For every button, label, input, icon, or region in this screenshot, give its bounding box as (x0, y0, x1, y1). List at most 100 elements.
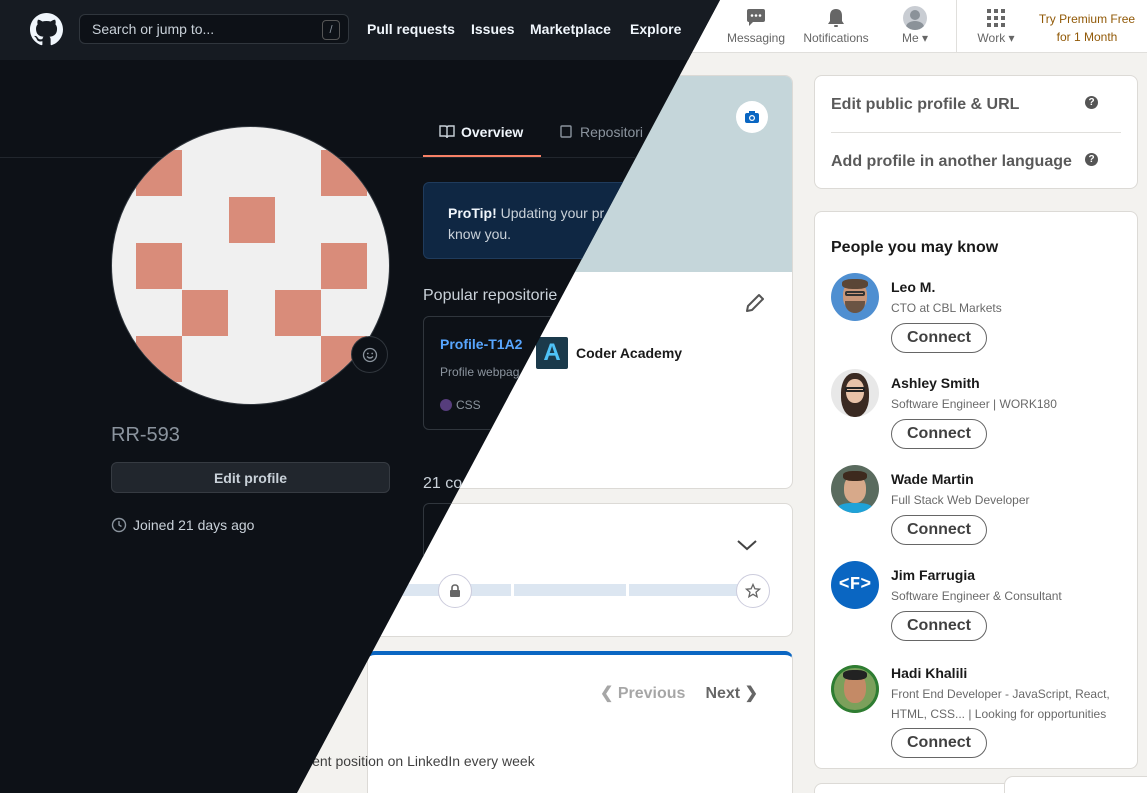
caret-down-icon: ▾ (918, 31, 929, 45)
person-avatar (831, 465, 879, 513)
protip-text: Updating your pr (496, 205, 605, 221)
person-avatar: <F> (831, 561, 879, 609)
contributions-title: 21 co (423, 475, 463, 492)
help-icon[interactable]: ? (1085, 153, 1098, 166)
messaging-icon (747, 9, 765, 26)
search-input[interactable]: Search or jump to... / (79, 14, 349, 44)
connect-button[interactable]: Connect (891, 611, 987, 641)
book-icon (439, 125, 455, 142)
username: RR-593 (111, 424, 180, 446)
nav-explore[interactable]: Explore (630, 21, 681, 37)
connect-button[interactable]: Connect (891, 728, 987, 758)
chevron-left-icon: ❮ (600, 685, 618, 702)
joined-info: Joined 21 days ago (111, 517, 254, 533)
protip-text-line-2: know you. (448, 226, 512, 242)
people-title: People you may know (831, 239, 999, 256)
camera-icon (745, 111, 759, 123)
language-color-dot (440, 399, 452, 411)
connect-button[interactable]: Connect (891, 515, 987, 545)
protip-label: ProTip! (448, 205, 497, 221)
nav-divider (956, 0, 957, 52)
bell-icon (828, 9, 844, 27)
person-name: Jim Farrugia (891, 567, 976, 583)
repo-icon (560, 125, 572, 142)
nav-pull-requests[interactable]: Pull requests (367, 21, 455, 37)
repo-description: Profile webpag (440, 365, 520, 379)
nav-me-label: Me (901, 31, 919, 45)
add-language-profile-link[interactable]: Add profile in another language (831, 153, 1072, 171)
help-icon[interactable]: ? (1085, 96, 1098, 109)
nav-me[interactable]: Me ▾ (893, 5, 937, 45)
person-name: Ashley Smith (891, 375, 980, 391)
person-headline-line-2: HTML, CSS... | Looking for opportunities (891, 707, 1107, 721)
language-name: CSS (456, 398, 481, 412)
nav-work-label: Work (977, 31, 1006, 45)
lock-icon (438, 574, 472, 608)
person-headline: CTO at CBL Markets (891, 301, 1002, 315)
tab-repositories-label: Repositori (580, 124, 644, 140)
education-item[interactable]: A Coder Academy (536, 337, 682, 369)
popular-repositories-title: Popular repositorie (423, 287, 558, 304)
person-name: Leo M. (891, 279, 936, 295)
tab-overview[interactable]: Overview (423, 124, 541, 157)
tab-repositories[interactable]: Repositori (560, 124, 643, 142)
grid-icon (987, 9, 1005, 27)
connect-button[interactable]: Connect (891, 323, 987, 353)
tab-overview-label: Overview (461, 124, 524, 140)
avatar (903, 6, 927, 30)
school-name: Coder Academy (576, 345, 683, 361)
person-headline: Front End Developer - JavaScript, React,… (891, 684, 1131, 724)
nav-marketplace[interactable]: Marketplace (530, 21, 611, 37)
try-premium-link[interactable]: Try Premium Free for 1 Month (1030, 10, 1144, 46)
slash-key-hint: / (322, 20, 340, 40)
people-you-may-know-card: People you may know Leo M. CTO at CBL Ma… (814, 211, 1138, 769)
pencil-icon (746, 294, 764, 312)
next-button[interactable]: Next ❯ (705, 683, 758, 703)
joined-text: Joined 21 days ago (133, 517, 255, 533)
chevron-down-icon[interactable] (736, 538, 758, 557)
caret-down-icon: ▾ (1005, 31, 1015, 45)
repo-name[interactable]: Profile-T1A2 (440, 336, 522, 352)
person-headline-line-1: Front End Developer - JavaScript, React, (891, 687, 1110, 701)
edit-banner-button[interactable] (736, 101, 768, 133)
person-headline: Software Engineer & Consultant (891, 589, 1062, 603)
divider (831, 132, 1121, 133)
nav-notifications[interactable]: Notifications (798, 5, 874, 45)
github-logo-icon[interactable] (30, 13, 63, 51)
suggestion-text: current position on LinkedIn every week (288, 753, 535, 769)
search-placeholder: Search or jump to... (92, 21, 215, 37)
premium-line-2: for 1 Month (1056, 30, 1118, 44)
nav-messaging[interactable]: Messaging (724, 5, 788, 45)
person-avatar (831, 665, 879, 713)
person-avatar (831, 369, 879, 417)
messaging-dock[interactable] (1005, 777, 1147, 793)
nav-issues[interactable]: Issues (471, 21, 515, 37)
profile-avatar[interactable] (111, 126, 390, 405)
identicon (136, 150, 367, 382)
repo-language: CSS (440, 398, 481, 412)
next-label: Next (705, 685, 741, 702)
person-name: Wade Martin (891, 471, 974, 487)
clock-icon (111, 517, 127, 533)
nav-work[interactable]: Work ▾ (968, 5, 1024, 45)
chevron-right-icon: ❯ (740, 685, 758, 702)
profile-links-card: Edit public profile & URL ? Add profile … (814, 75, 1138, 189)
premium-line-1: Try Premium Free (1038, 12, 1136, 26)
star-icon (736, 574, 770, 608)
connect-button[interactable]: Connect (891, 419, 987, 449)
person-avatar (831, 273, 879, 321)
edit-public-profile-link[interactable]: Edit public profile & URL (831, 96, 1019, 114)
person-headline: Software Engineer | WORK180 (891, 397, 1057, 411)
suggestions-card: ❮ Previous Next ❯ current position on Li… (288, 651, 793, 793)
nav-notifications-label: Notifications (803, 31, 869, 45)
smiley-icon (362, 347, 377, 362)
pager: ❮ Previous Next ❯ (600, 683, 758, 703)
previous-button[interactable]: ❮ Previous (600, 683, 685, 703)
edit-profile-button[interactable]: Edit profile (111, 462, 390, 493)
company-logo-icon: <F> (838, 575, 872, 595)
person-name: Hadi Khalili (891, 665, 968, 681)
previous-label: Previous (617, 685, 686, 702)
set-status-button[interactable] (351, 336, 388, 373)
coder-academy-logo: A (536, 337, 568, 369)
edit-intro-button[interactable] (743, 291, 767, 320)
